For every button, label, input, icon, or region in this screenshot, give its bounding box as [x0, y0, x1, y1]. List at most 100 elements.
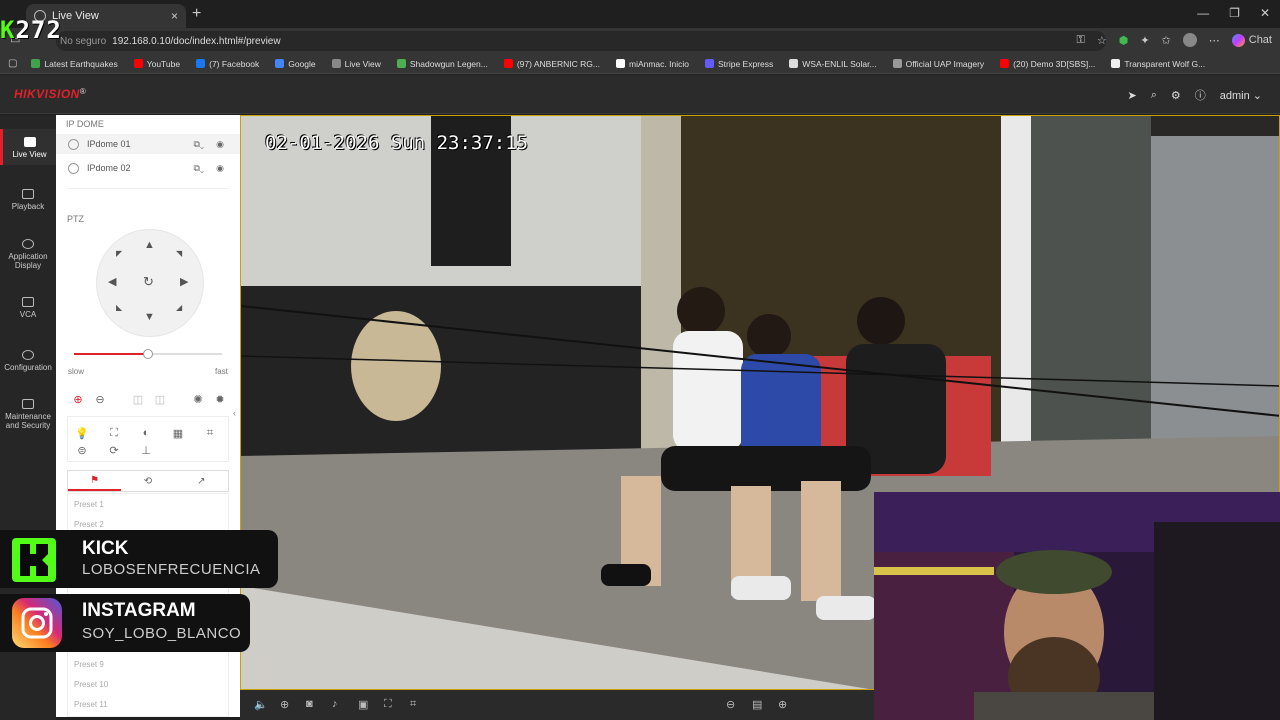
favorites-icon[interactable]: ✩ [1162, 34, 1171, 47]
tab-patrol[interactable]: ⟲ [121, 471, 174, 491]
region-focus-icon[interactable]: ⛶ [104, 425, 124, 441]
apps-icon[interactable]: ▢ [8, 58, 17, 69]
nav-vca[interactable]: VCA [0, 297, 56, 319]
search-icon[interactable]: ⌕ [1151, 89, 1157, 102]
collapse-panel-icon[interactable]: ‹ [233, 408, 236, 418]
focus-near-icon[interactable]: ◫ [128, 391, 148, 407]
iris-close-icon[interactable]: ✹ [210, 391, 230, 407]
layout-icon[interactable]: ⧉⌄ [193, 139, 204, 150]
ptz-down-button[interactable]: ▼ [144, 311, 155, 323]
profile-avatar[interactable] [1182, 33, 1197, 47]
kick-overlay: KICK LOBOSENFRECUENCIA [0, 530, 278, 588]
ptz-right-button[interactable]: ▶ [180, 275, 188, 288]
grid-icon[interactable]: ▦ [168, 425, 188, 441]
brand-mark: ® [79, 87, 87, 96]
star-icon[interactable]: ☆ [1097, 34, 1107, 47]
bookmark[interactable]: YouTube [133, 59, 180, 69]
menu-icon[interactable]: ⋯ [1209, 34, 1220, 47]
key-icon[interactable]: ⚿ [1076, 34, 1084, 47]
ptz-up-button[interactable]: ▲ [144, 239, 155, 251]
bookmark[interactable]: Stripe Express [704, 58, 774, 69]
manual-tracking-icon[interactable]: ⌗ [200, 425, 220, 441]
shield-icon[interactable]: ⬢ [1119, 34, 1129, 47]
user-menu[interactable]: admin ⌄ [1220, 89, 1262, 102]
nav-live-view[interactable]: Live View [0, 129, 56, 165]
nav-maintenance[interactable]: Maintenance and Security [0, 399, 56, 430]
digital-zoom-icon[interactable]: ⊕ [280, 698, 289, 711]
audio-icon[interactable]: 🔈 [254, 698, 268, 711]
nav-configuration[interactable]: Configuration [0, 350, 56, 372]
ptz-upleft-button[interactable]: ◤ [116, 249, 122, 258]
wiper-icon[interactable]: ◐ [136, 425, 156, 441]
bookmark[interactable]: Live View [331, 59, 381, 69]
tools-icon[interactable]: ⚙ [1171, 89, 1181, 102]
camera-item[interactable]: IPdome 02 ⧉⌄ ◉ [56, 158, 240, 178]
zoom-in-icon[interactable]: ⊕ [68, 391, 88, 407]
list-item[interactable]: Preset 2 [74, 520, 104, 529]
list-item[interactable]: Preset 1 [74, 500, 104, 509]
record-icon[interactable]: ◉ [216, 163, 224, 174]
focus-far-icon[interactable]: ◫ [150, 391, 170, 407]
iris-open-icon[interactable]: ✺ [188, 391, 208, 407]
fullscreen-region-icon[interactable]: ⌗ [410, 698, 416, 711]
window-layout-icon[interactable]: ▤ [752, 698, 762, 711]
bookmark[interactable]: Transparent Wolf G... [1111, 59, 1205, 69]
nav-label: VCA [19, 310, 37, 319]
brand-name: HIKVISION [14, 87, 80, 101]
tab-preset[interactable]: ⚑ [68, 471, 122, 491]
microphone-icon[interactable]: ♪ [332, 698, 338, 710]
tab-pattern[interactable]: ↗ [175, 471, 228, 491]
next-icon[interactable]: ⊕ [778, 698, 787, 711]
info-icon[interactable]: ⓘ [1195, 87, 1206, 103]
close-tab-icon[interactable]: × [171, 9, 178, 23]
bookmark[interactable]: Shadowgun Legen... [396, 59, 488, 69]
bookmark-label: WSA-ENLIL Solar... [802, 58, 877, 69]
one-touch-icon[interactable]: ⟳ [104, 442, 124, 458]
ptz-speed-slider[interactable] [74, 349, 222, 359]
maximize-button[interactable]: ❐ [1229, 6, 1240, 20]
bookmark[interactable]: (20) Demo 3D[SBS]... [1000, 59, 1095, 69]
region-zoom-icon[interactable]: ⊜ [72, 442, 92, 458]
chat-button[interactable]: Chat [1231, 33, 1272, 47]
bookmark[interactable]: Official UAP Imagery [892, 59, 984, 69]
speed-fast-label: fast [215, 367, 228, 376]
nav-playback[interactable]: Playback [0, 189, 56, 211]
nav-application-display[interactable]: Application Display [0, 239, 56, 270]
ptz-downleft-button[interactable]: ◣ [116, 303, 122, 312]
camera-item[interactable]: IPdome 01 ⧉⌄ ◉ [56, 134, 240, 154]
close-window-button[interactable]: ✕ [1260, 6, 1270, 20]
bookmark[interactable]: WSA-ENLIL Solar... [789, 58, 877, 69]
new-tab-button[interactable]: + [192, 5, 201, 23]
bookmark[interactable]: Latest Earthquakes [31, 59, 118, 69]
bookmark-label: Stripe Express [717, 58, 774, 69]
list-item[interactable]: Preset 10 [74, 680, 108, 689]
light-icon[interactable]: 💡 [72, 425, 92, 441]
3d-position-icon[interactable]: ⛶ [384, 698, 392, 711]
extensions-icon[interactable]: ✦ [1140, 34, 1149, 47]
list-item[interactable]: Preset 9 [74, 660, 104, 669]
ptz-left-button[interactable]: ◀ [108, 275, 116, 288]
bookmark[interactable]: miAnmac. Inicio [615, 59, 689, 69]
record-icon[interactable]: ◉ [216, 139, 224, 150]
minimize-button[interactable]: — [1197, 6, 1209, 20]
capture-icon[interactable]: ◙ [306, 698, 313, 710]
instagram-logo-icon [12, 598, 62, 648]
send-icon[interactable]: ➤ [1127, 89, 1136, 102]
ptz-upright-button[interactable]: ◥ [176, 249, 182, 258]
speed-knob[interactable] [143, 349, 153, 359]
browser-tab-bar: Live View × + — ❐ ✕ [0, 0, 1280, 28]
bookmark[interactable]: (7) Facebook [196, 59, 259, 69]
bookmark[interactable]: Google [275, 59, 316, 69]
previous-icon[interactable]: ⊖ [726, 698, 735, 711]
device-group-title: IP DOME [66, 119, 104, 129]
auto-scan-icon[interactable]: ↻ [143, 274, 154, 290]
layout-icon[interactable]: ⧉⌄ [193, 163, 204, 174]
divider [67, 188, 229, 189]
zoom-out-icon[interactable]: ⊖ [90, 391, 110, 407]
list-item[interactable]: Preset 11 [74, 700, 108, 709]
park-icon[interactable]: ⊥ [136, 442, 156, 458]
bookmark[interactable]: (97) ANBERNIC RG... [503, 59, 600, 69]
ptz-downright-button[interactable]: ◢ [176, 303, 182, 312]
record-clip-icon[interactable]: ▣ [358, 698, 368, 711]
address-field[interactable]: No seguro 192.168.0.10/doc/index.html#/p… [56, 31, 1106, 51]
